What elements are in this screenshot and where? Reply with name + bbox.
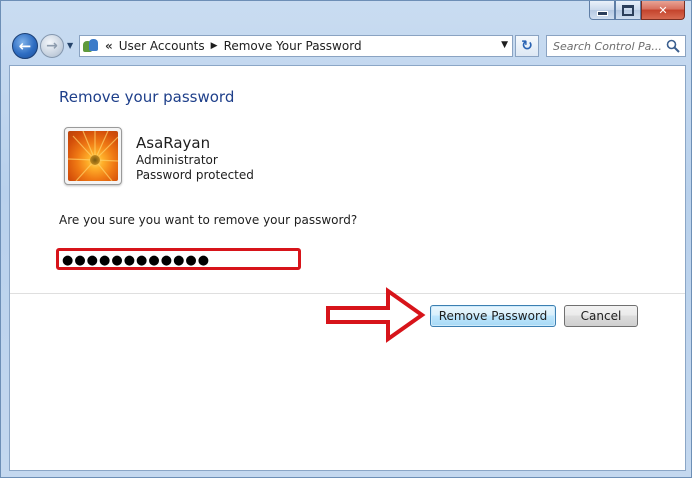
- current-password-field[interactable]: [62, 253, 294, 267]
- search-input[interactable]: [553, 39, 665, 53]
- overflow-chevron-icon[interactable]: «: [105, 39, 113, 53]
- password-field-highlight: [56, 248, 301, 270]
- breadcrumb-remove-your-password[interactable]: Remove Your Password: [224, 39, 362, 53]
- address-bar[interactable]: « User Accounts ▶ Remove Your Password ▼: [79, 35, 513, 57]
- maximize-button[interactable]: [615, 1, 641, 20]
- control-panel-window: ✕ ← → ▼ « User Accounts ▶ Remove Your Pa…: [0, 0, 692, 478]
- breadcrumb-user-accounts[interactable]: User Accounts: [119, 39, 205, 53]
- content-pane: Remove your password AsaRayan Administra…: [9, 65, 686, 471]
- user-accounts-icon: [83, 38, 99, 54]
- caption-buttons: ✕: [589, 1, 685, 20]
- confirmation-question: Are you sure you want to remove your pas…: [59, 213, 358, 227]
- back-arrow-icon: ←: [18, 37, 32, 55]
- remove-password-button[interactable]: Remove Password: [430, 305, 556, 327]
- forward-arrow-icon: →: [46, 38, 58, 54]
- cancel-button[interactable]: Cancel: [564, 305, 638, 327]
- close-icon: ✕: [658, 3, 668, 17]
- recent-pages-dropdown[interactable]: ▼: [67, 41, 73, 50]
- address-dropdown-icon[interactable]: ▼: [501, 40, 508, 50]
- breadcrumb-separator-icon[interactable]: ▶: [211, 41, 218, 51]
- red-arrow-icon: [326, 287, 426, 343]
- minimize-icon: [596, 10, 608, 16]
- close-button[interactable]: ✕: [641, 1, 685, 20]
- page-title: Remove your password: [59, 88, 235, 106]
- user-status: Password protected: [136, 168, 254, 182]
- flower-picture-icon: [68, 131, 118, 181]
- avatar: [64, 127, 122, 185]
- maximize-icon: [622, 4, 634, 16]
- refresh-button[interactable]: ↻: [515, 35, 539, 57]
- refresh-icon: ↻: [521, 38, 533, 54]
- forward-button[interactable]: →: [40, 34, 64, 58]
- minimize-button[interactable]: [589, 1, 615, 20]
- chevron-down-icon: ▼: [67, 41, 74, 50]
- user-name: AsaRayan: [136, 134, 211, 152]
- user-role: Administrator: [136, 153, 218, 167]
- search-icon[interactable]: [666, 39, 680, 53]
- back-button[interactable]: ←: [12, 33, 38, 59]
- search-box: [546, 35, 686, 57]
